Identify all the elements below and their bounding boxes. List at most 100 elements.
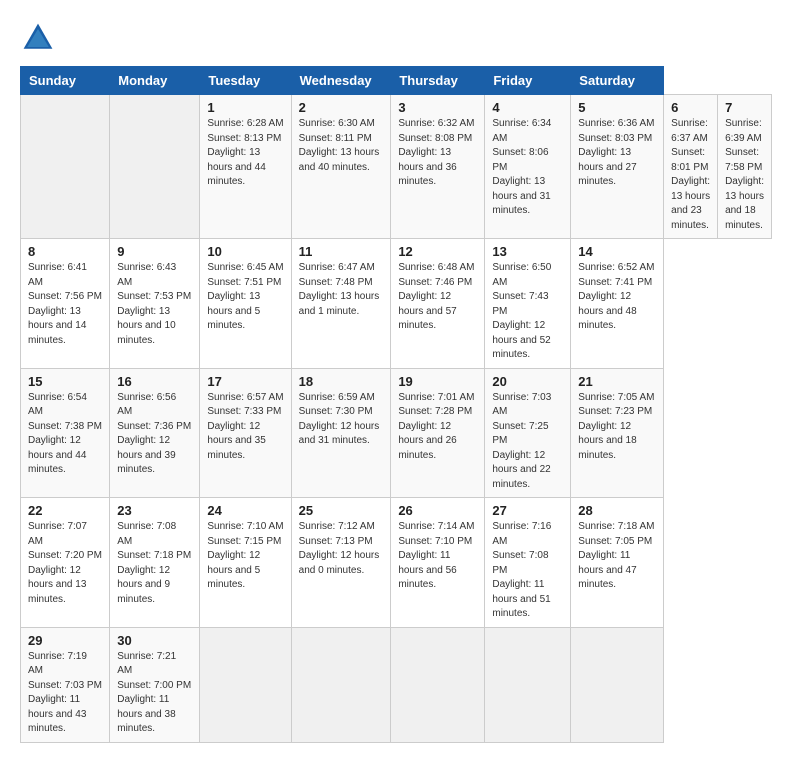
day-detail: Sunrise: 6:41 AMSunset: 7:56 PMDaylight:… xyxy=(28,261,102,348)
day-detail: Sunrise: 6:30 AMSunset: 8:11 PMDaylight:… xyxy=(299,117,384,175)
day-number: 15 xyxy=(28,374,102,389)
day-number: 26 xyxy=(398,503,477,518)
day-detail: Sunrise: 6:39 AMSunset: 7:58 PMDaylight:… xyxy=(725,117,764,233)
day-number: 20 xyxy=(492,374,563,389)
day-detail: Sunrise: 7:10 AMSunset: 7:15 PMDaylight:… xyxy=(207,520,283,593)
day-number: 29 xyxy=(28,633,102,648)
day-number: 25 xyxy=(299,503,384,518)
calendar-cell: 10 Sunrise: 6:45 AMSunset: 7:51 PMDaylig… xyxy=(200,239,291,369)
calendar-cell xyxy=(391,627,485,742)
calendar-cell: 3 Sunrise: 6:32 AMSunset: 8:08 PMDayligh… xyxy=(391,95,485,239)
calendar-cell: 16 Sunrise: 6:56 AMSunset: 7:36 PMDaylig… xyxy=(110,368,200,498)
dow-header: Sunday xyxy=(21,67,110,95)
calendar-cell xyxy=(200,627,291,742)
day-number: 18 xyxy=(299,374,384,389)
calendar-cell: 28 Sunrise: 7:18 AMSunset: 7:05 PMDaylig… xyxy=(571,498,664,628)
calendar-cell xyxy=(21,95,110,239)
calendar-cell: 5 Sunrise: 6:36 AMSunset: 8:03 PMDayligh… xyxy=(571,95,664,239)
day-number: 30 xyxy=(117,633,192,648)
day-detail: Sunrise: 7:14 AMSunset: 7:10 PMDaylight:… xyxy=(398,520,477,593)
day-number: 14 xyxy=(578,244,656,259)
day-number: 11 xyxy=(299,244,384,259)
calendar-cell: 11 Sunrise: 6:47 AMSunset: 7:48 PMDaylig… xyxy=(291,239,391,369)
day-detail: Sunrise: 6:56 AMSunset: 7:36 PMDaylight:… xyxy=(117,391,192,478)
calendar-cell: 17 Sunrise: 6:57 AMSunset: 7:33 PMDaylig… xyxy=(200,368,291,498)
calendar-cell: 25 Sunrise: 7:12 AMSunset: 7:13 PMDaylig… xyxy=(291,498,391,628)
calendar-cell: 21 Sunrise: 7:05 AMSunset: 7:23 PMDaylig… xyxy=(571,368,664,498)
day-detail: Sunrise: 7:19 AMSunset: 7:03 PMDaylight:… xyxy=(28,650,102,737)
day-number: 7 xyxy=(725,100,764,115)
calendar-cell: 24 Sunrise: 7:10 AMSunset: 7:15 PMDaylig… xyxy=(200,498,291,628)
day-detail: Sunrise: 7:01 AMSunset: 7:28 PMDaylight:… xyxy=(398,391,477,464)
day-detail: Sunrise: 6:45 AMSunset: 7:51 PMDaylight:… xyxy=(207,261,283,334)
calendar-cell: 22 Sunrise: 7:07 AMSunset: 7:20 PMDaylig… xyxy=(21,498,110,628)
day-detail: Sunrise: 7:07 AMSunset: 7:20 PMDaylight:… xyxy=(28,520,102,607)
calendar-cell: 27 Sunrise: 7:16 AMSunset: 7:08 PMDaylig… xyxy=(485,498,571,628)
day-number: 4 xyxy=(492,100,563,115)
calendar-cell: 12 Sunrise: 6:48 AMSunset: 7:46 PMDaylig… xyxy=(391,239,485,369)
day-number: 16 xyxy=(117,374,192,389)
calendar-cell: 2 Sunrise: 6:30 AMSunset: 8:11 PMDayligh… xyxy=(291,95,391,239)
dow-header: Monday xyxy=(110,67,200,95)
day-number: 12 xyxy=(398,244,477,259)
calendar-table: SundayMondayTuesdayWednesdayThursdayFrid… xyxy=(20,66,772,743)
day-number: 6 xyxy=(671,100,710,115)
day-number: 27 xyxy=(492,503,563,518)
day-detail: Sunrise: 6:50 AMSunset: 7:43 PMDaylight:… xyxy=(492,261,563,363)
dow-header: Tuesday xyxy=(200,67,291,95)
day-number: 28 xyxy=(578,503,656,518)
calendar-cell: 4 Sunrise: 6:34 AMSunset: 8:06 PMDayligh… xyxy=(485,95,571,239)
dow-header: Friday xyxy=(485,67,571,95)
logo xyxy=(20,20,62,56)
day-detail: Sunrise: 6:32 AMSunset: 8:08 PMDaylight:… xyxy=(398,117,477,190)
calendar-cell: 15 Sunrise: 6:54 AMSunset: 7:38 PMDaylig… xyxy=(21,368,110,498)
day-detail: Sunrise: 7:08 AMSunset: 7:18 PMDaylight:… xyxy=(117,520,192,607)
day-number: 10 xyxy=(207,244,283,259)
day-detail: Sunrise: 7:05 AMSunset: 7:23 PMDaylight:… xyxy=(578,391,656,464)
calendar-cell: 1 Sunrise: 6:28 AMSunset: 8:13 PMDayligh… xyxy=(200,95,291,239)
day-number: 2 xyxy=(299,100,384,115)
day-detail: Sunrise: 6:34 AMSunset: 8:06 PMDaylight:… xyxy=(492,117,563,219)
day-detail: Sunrise: 6:47 AMSunset: 7:48 PMDaylight:… xyxy=(299,261,384,319)
calendar-cell xyxy=(291,627,391,742)
dow-header: Thursday xyxy=(391,67,485,95)
page-header xyxy=(20,20,772,56)
day-detail: Sunrise: 6:36 AMSunset: 8:03 PMDaylight:… xyxy=(578,117,656,190)
day-number: 21 xyxy=(578,374,656,389)
calendar-cell: 20 Sunrise: 7:03 AMSunset: 7:25 PMDaylig… xyxy=(485,368,571,498)
day-number: 8 xyxy=(28,244,102,259)
calendar-cell xyxy=(110,95,200,239)
calendar-cell xyxy=(571,627,664,742)
logo-icon xyxy=(20,20,56,56)
dow-header: Saturday xyxy=(571,67,664,95)
day-number: 1 xyxy=(207,100,283,115)
calendar-cell: 9 Sunrise: 6:43 AMSunset: 7:53 PMDayligh… xyxy=(110,239,200,369)
calendar-cell: 6 Sunrise: 6:37 AMSunset: 8:01 PMDayligh… xyxy=(664,95,718,239)
day-detail: Sunrise: 6:37 AMSunset: 8:01 PMDaylight:… xyxy=(671,117,710,233)
calendar-cell: 19 Sunrise: 7:01 AMSunset: 7:28 PMDaylig… xyxy=(391,368,485,498)
day-number: 19 xyxy=(398,374,477,389)
day-detail: Sunrise: 7:03 AMSunset: 7:25 PMDaylight:… xyxy=(492,391,563,493)
calendar-cell: 26 Sunrise: 7:14 AMSunset: 7:10 PMDaylig… xyxy=(391,498,485,628)
day-detail: Sunrise: 6:54 AMSunset: 7:38 PMDaylight:… xyxy=(28,391,102,478)
calendar-cell: 30 Sunrise: 7:21 AMSunset: 7:00 PMDaylig… xyxy=(110,627,200,742)
day-number: 5 xyxy=(578,100,656,115)
day-number: 17 xyxy=(207,374,283,389)
calendar-cell: 29 Sunrise: 7:19 AMSunset: 7:03 PMDaylig… xyxy=(21,627,110,742)
calendar-cell: 18 Sunrise: 6:59 AMSunset: 7:30 PMDaylig… xyxy=(291,368,391,498)
day-detail: Sunrise: 6:59 AMSunset: 7:30 PMDaylight:… xyxy=(299,391,384,449)
calendar-cell: 13 Sunrise: 6:50 AMSunset: 7:43 PMDaylig… xyxy=(485,239,571,369)
calendar-cell xyxy=(485,627,571,742)
day-number: 9 xyxy=(117,244,192,259)
day-number: 24 xyxy=(207,503,283,518)
day-detail: Sunrise: 6:52 AMSunset: 7:41 PMDaylight:… xyxy=(578,261,656,334)
day-number: 23 xyxy=(117,503,192,518)
calendar-cell: 14 Sunrise: 6:52 AMSunset: 7:41 PMDaylig… xyxy=(571,239,664,369)
day-detail: Sunrise: 7:21 AMSunset: 7:00 PMDaylight:… xyxy=(117,650,192,737)
calendar-cell: 7 Sunrise: 6:39 AMSunset: 7:58 PMDayligh… xyxy=(718,95,772,239)
day-detail: Sunrise: 6:48 AMSunset: 7:46 PMDaylight:… xyxy=(398,261,477,334)
day-detail: Sunrise: 6:43 AMSunset: 7:53 PMDaylight:… xyxy=(117,261,192,348)
day-detail: Sunrise: 7:12 AMSunset: 7:13 PMDaylight:… xyxy=(299,520,384,578)
day-number: 13 xyxy=(492,244,563,259)
dow-header: Wednesday xyxy=(291,67,391,95)
